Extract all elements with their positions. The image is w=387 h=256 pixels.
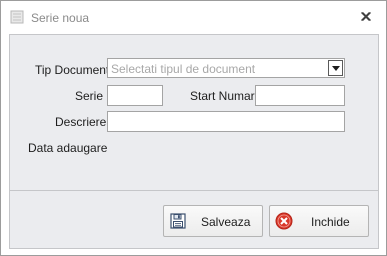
- title-bar: Serie noua: [1, 1, 386, 33]
- close-button-label: Inchide: [311, 215, 350, 229]
- serie-field[interactable]: [107, 85, 163, 106]
- window-title: Serie noua: [31, 11, 90, 25]
- document-list-icon: [10, 10, 24, 24]
- tip-document-placeholder: Selectati tipul de document: [111, 62, 256, 76]
- chevron-down-icon[interactable]: [328, 60, 343, 76]
- dialog-window: Serie noua Tip Document Selectati tipul …: [0, 0, 387, 256]
- start-numar-input[interactable]: [256, 86, 344, 105]
- descriere-field[interactable]: [107, 111, 345, 132]
- start-numar-label: Start Numar: [190, 89, 255, 103]
- descriere-label: Descriere: [55, 115, 107, 129]
- serie-label: Serie: [75, 89, 104, 103]
- tip-document-label: Tip Document: [35, 63, 110, 77]
- cancel-icon: [275, 212, 293, 230]
- close-button[interactable]: Inchide: [269, 205, 369, 237]
- save-button-label: Salveaza: [201, 215, 251, 229]
- save-button[interactable]: Salveaza: [163, 205, 263, 237]
- start-numar-field[interactable]: [255, 85, 345, 106]
- tip-document-dropdown[interactable]: Selectati tipul de document: [107, 58, 345, 78]
- save-icon: [169, 212, 187, 230]
- descriere-input[interactable]: [108, 112, 344, 131]
- data-adaugare-label: Data adaugare: [28, 141, 108, 155]
- serie-input[interactable]: [108, 86, 162, 105]
- close-icon[interactable]: [358, 9, 374, 25]
